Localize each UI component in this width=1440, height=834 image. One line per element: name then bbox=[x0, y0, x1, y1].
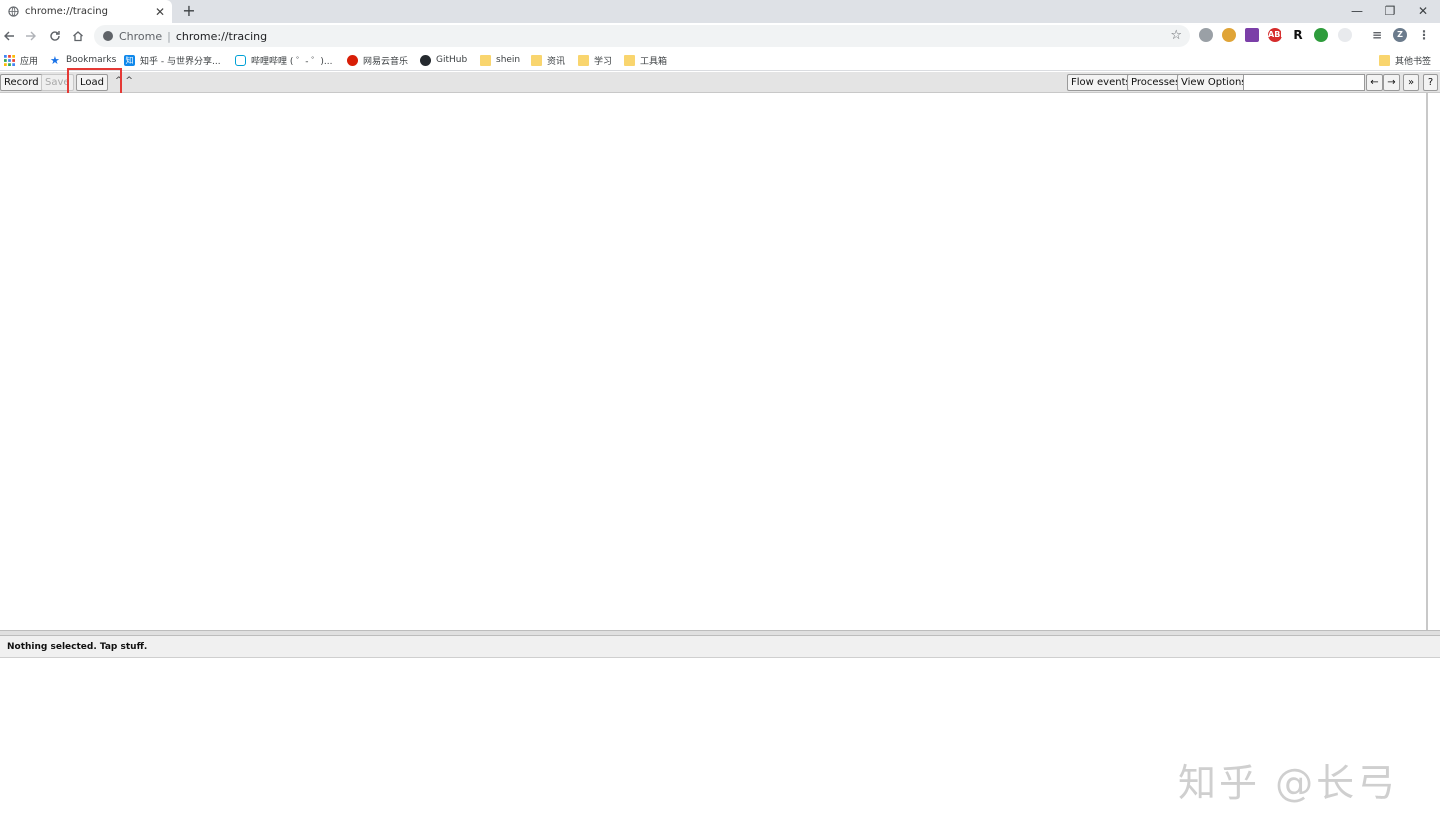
help-button[interactable]: ? bbox=[1423, 74, 1438, 91]
folder-icon bbox=[578, 54, 589, 66]
globe-icon bbox=[8, 6, 19, 17]
github-icon bbox=[420, 54, 431, 66]
browser-toolbar: Chrome | chrome://tracing ☆ ABP R ≡ Z ⋮ bbox=[0, 23, 1440, 49]
reload-button[interactable] bbox=[46, 27, 64, 45]
chrome-page-icon bbox=[103, 31, 113, 41]
bookmark-apps[interactable]: 应用 bbox=[4, 53, 38, 67]
bookmark-label: 哔哩哔哩 ( ゜- ゜)... bbox=[251, 56, 333, 67]
bookmark-netease-music[interactable]: 网易云音乐 bbox=[347, 53, 408, 67]
bookmark-zhihu[interactable]: 知 知乎 - 与世界分享... bbox=[124, 53, 221, 67]
bookmark-label: shein bbox=[496, 55, 521, 65]
bookmark-label: 资讯 bbox=[547, 56, 566, 67]
selection-status: Nothing selected. Tap stuff. bbox=[7, 642, 148, 652]
analysis-panel-header: Nothing selected. Tap stuff. bbox=[0, 636, 1440, 658]
extension-compass-icon[interactable] bbox=[1199, 28, 1213, 42]
extension-cookie-icon[interactable] bbox=[1222, 28, 1236, 42]
find-next-button[interactable]: → bbox=[1383, 74, 1400, 91]
tracing-controls: Record Save Load ^ ^ Flow events Process… bbox=[0, 72, 1440, 93]
folder-icon bbox=[1379, 54, 1390, 66]
home-icon bbox=[73, 31, 83, 42]
new-tab-button[interactable]: + bbox=[180, 2, 198, 20]
forward-arrow-icon bbox=[26, 31, 36, 41]
folder-icon bbox=[531, 54, 542, 66]
window-close-button[interactable]: ✕ bbox=[1413, 2, 1433, 20]
omnibox-chip: Chrome bbox=[119, 29, 163, 43]
star-icon: ★ bbox=[50, 53, 60, 67]
reload-icon bbox=[50, 31, 60, 41]
bookmark-label: 工具箱 bbox=[640, 56, 668, 67]
bookmark-label: 网易云音乐 bbox=[363, 56, 409, 67]
expand-button[interactable]: » bbox=[1403, 74, 1419, 91]
bilibili-icon bbox=[235, 54, 246, 66]
bookmarks-bar: 应用 ★ Bookmarks 知 知乎 - 与世界分享... 哔哩哔哩 ( ゜-… bbox=[0, 49, 1440, 71]
bookmark-folder-shein[interactable]: shein bbox=[480, 53, 520, 67]
bookmark-label: 学习 bbox=[594, 56, 613, 67]
forward-button[interactable] bbox=[22, 27, 40, 45]
tab-strip: chrome://tracing ✕ + — ❐ ✕ bbox=[0, 0, 1440, 23]
back-arrow-icon bbox=[4, 31, 14, 41]
bookmark-bookmarks[interactable]: ★ Bookmarks bbox=[50, 53, 116, 67]
bookmark-folder-news[interactable]: 资讯 bbox=[531, 53, 565, 67]
apps-grid-icon bbox=[4, 54, 15, 66]
processes-button[interactable]: Processes bbox=[1127, 74, 1185, 91]
bookmark-folder-study[interactable]: 学习 bbox=[578, 53, 612, 67]
bookmark-label: 知乎 - 与世界分享... bbox=[140, 56, 221, 67]
restore-button[interactable]: ❐ bbox=[1380, 2, 1400, 20]
extension-adblock-icon[interactable]: ABP bbox=[1268, 28, 1286, 42]
home-button[interactable] bbox=[69, 27, 87, 45]
tab-tracing[interactable]: chrome://tracing ✕ bbox=[0, 0, 172, 23]
extension-onenote-icon[interactable] bbox=[1245, 28, 1259, 42]
folder-icon bbox=[480, 54, 491, 66]
profile-avatar[interactable]: Z bbox=[1393, 28, 1407, 42]
bookmark-other[interactable]: 其他书签 bbox=[1379, 53, 1431, 67]
zhihu-icon: 知 bbox=[124, 54, 135, 66]
flow-events-button[interactable]: Flow events bbox=[1067, 74, 1135, 91]
extension-r-icon[interactable]: R bbox=[1291, 28, 1305, 42]
bookmark-label: Bookmarks bbox=[66, 55, 117, 65]
find-input[interactable] bbox=[1243, 74, 1365, 91]
tab-close-icon[interactable]: ✕ bbox=[153, 5, 167, 19]
timeline-scrollbar[interactable] bbox=[1426, 93, 1428, 630]
tab-title: chrome://tracing bbox=[25, 6, 108, 17]
extension-clover-icon[interactable] bbox=[1314, 28, 1328, 42]
view-options-button[interactable]: View Options bbox=[1177, 74, 1251, 91]
bookmark-star-icon[interactable]: ☆ bbox=[1170, 28, 1182, 43]
netease-music-icon bbox=[347, 54, 358, 66]
bookmark-label: GitHub bbox=[436, 55, 468, 65]
extension-gray-icon[interactable] bbox=[1338, 28, 1352, 42]
bookmark-folder-toolbox[interactable]: 工具箱 bbox=[624, 53, 667, 67]
record-button[interactable]: Record bbox=[0, 74, 43, 91]
omnibox-separator: | bbox=[167, 29, 171, 43]
address-bar[interactable]: Chrome | chrome://tracing ☆ bbox=[94, 25, 1190, 47]
bookmark-bilibili[interactable]: 哔哩哔哩 ( ゜- ゜)... bbox=[235, 53, 332, 67]
minimize-button[interactable]: — bbox=[1347, 2, 1367, 20]
omnibox-url[interactable]: chrome://tracing bbox=[176, 30, 267, 43]
back-button[interactable] bbox=[0, 27, 18, 45]
media-queue-icon[interactable]: ≡ bbox=[1370, 28, 1384, 42]
menu-kebab-icon[interactable]: ⋮ bbox=[1417, 28, 1431, 42]
find-prev-button[interactable]: ← bbox=[1366, 74, 1383, 91]
bookmark-github[interactable]: GitHub bbox=[420, 53, 467, 67]
bookmark-label: 应用 bbox=[20, 56, 39, 67]
watermark: 知乎 @长弓 bbox=[1178, 761, 1399, 805]
bookmark-label: 其他书签 bbox=[1395, 56, 1432, 67]
timeline-view[interactable] bbox=[0, 93, 1440, 630]
folder-icon bbox=[624, 54, 635, 66]
